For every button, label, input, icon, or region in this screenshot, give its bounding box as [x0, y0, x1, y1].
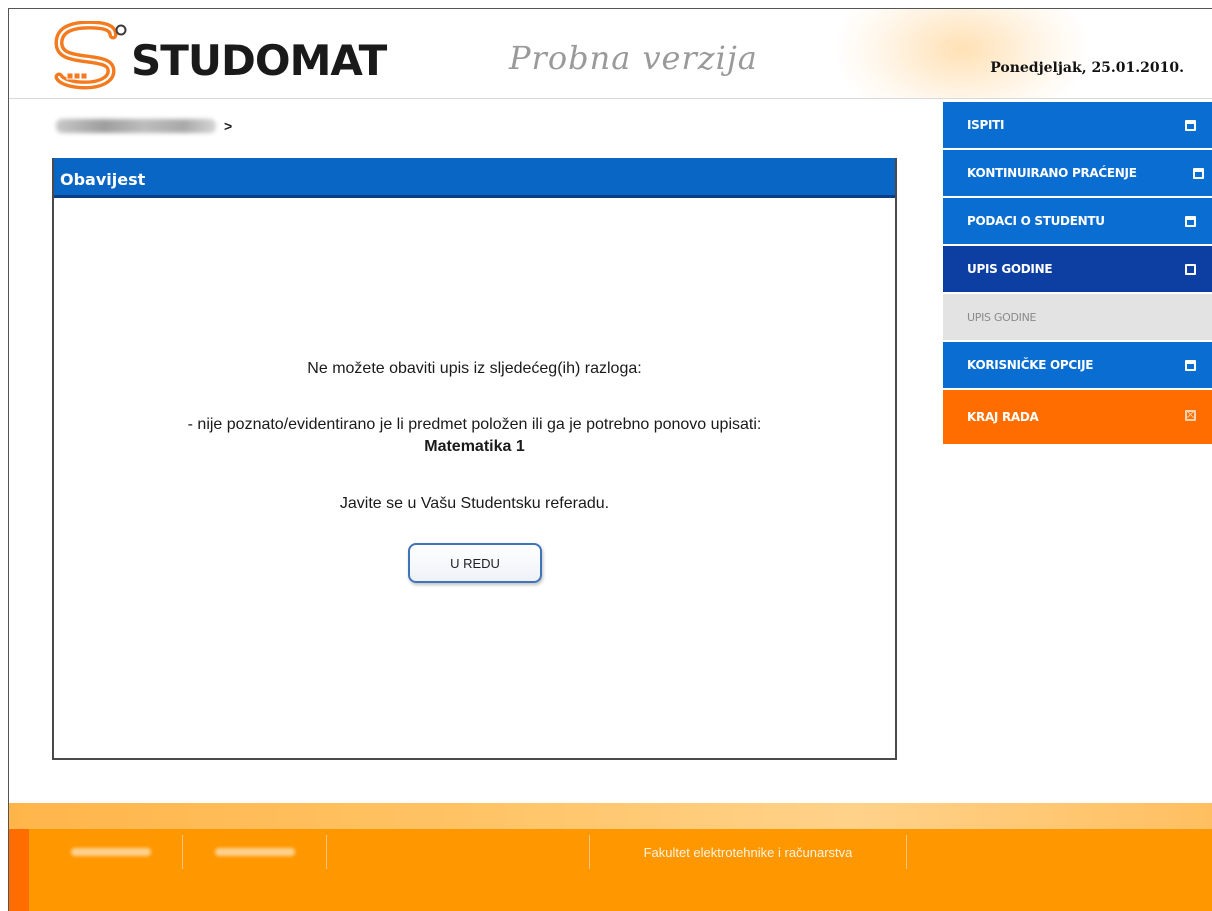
blurred-user-name[interactable] [56, 119, 216, 133]
footer-link[interactable] [183, 835, 327, 869]
blurred-link-text [214, 848, 295, 856]
expand-icon [1185, 120, 1196, 131]
notice-reason: - nije poznato/evidentirano je li predme… [187, 416, 762, 433]
expand-icon [1193, 168, 1204, 179]
ok-button[interactable]: U REDU [408, 543, 542, 583]
header-glow [832, 9, 1092, 98]
logo-text: STUDOMAT [131, 35, 387, 85]
menu-item-label: KORISNIČKE OPCIJE [967, 358, 1094, 372]
notice-body: Ne možete obaviti upis iz sljedećeg(ih) … [54, 198, 895, 758]
notice-panel: Obavijest Ne možete obaviti upis iz slje… [52, 158, 897, 760]
breadcrumb: > [56, 118, 232, 134]
blurred-link-text [70, 848, 151, 856]
collapse-icon [1185, 264, 1196, 275]
footer-links [39, 835, 327, 869]
menu-item-label: UPIS GODINE [967, 262, 1053, 276]
menu-item-korisnicke-opcije[interactable]: KORISNIČKE OPCIJE [943, 342, 1212, 390]
footer-link[interactable] [39, 835, 183, 869]
footer-faculty-name: Fakultet elektrotehnike i računarstva [589, 835, 907, 869]
current-date: Ponedjeljak, 25.01.2010. [990, 60, 1184, 76]
menu-item-label: KONTINUIRANO PRAĆENJE [967, 166, 1137, 180]
menu-item-upis-godine[interactable]: UPIS GODINE [943, 246, 1212, 294]
header: STUDOMAT Probna verzija Ponedjeljak, 25.… [9, 9, 1212, 99]
version-subtitle: Probna verzija [509, 39, 758, 77]
studomat-logo-icon [54, 21, 127, 90]
footer-band [9, 803, 1212, 829]
notice-subject: Matematika 1 [424, 438, 525, 455]
menu-item-ispiti[interactable]: ISPITI [943, 102, 1212, 150]
menu-item-podaci-o-studentu[interactable]: PODACI O STUDENTU [943, 198, 1212, 246]
notice-instruction: Javite se u Vašu Studentsku referadu. [339, 495, 610, 512]
footer-accent [9, 829, 29, 911]
menu-item-kraj-rada[interactable]: KRAJ RADA [943, 390, 1212, 444]
close-icon [1185, 410, 1196, 421]
menu-item-label: KRAJ RADA [967, 410, 1039, 424]
menu-item-kontinuirano-pracenje[interactable]: KONTINUIRANO PRAĆENJE [943, 150, 1212, 198]
expand-icon [1185, 216, 1196, 227]
breadcrumb-separator: > [224, 118, 233, 134]
notice-title: Obavijest [54, 158, 895, 198]
submenu-item-upis-godine[interactable]: UPIS GODINE [943, 294, 1212, 342]
main-menu: ISPITI KONTINUIRANO PRAĆENJE PODACI O ST… [943, 102, 1212, 444]
menu-item-label: ISPITI [967, 118, 1005, 132]
expand-icon [1185, 360, 1196, 371]
logo: STUDOMAT [53, 21, 387, 93]
notice-message: Ne možete obaviti upis iz sljedećeg(ih) … [307, 360, 642, 377]
footer: Fakultet elektrotehnike i računarstva [9, 829, 1212, 911]
menu-item-label: PODACI O STUDENTU [967, 214, 1105, 228]
submenu-item-label: UPIS GODINE [967, 310, 1037, 324]
